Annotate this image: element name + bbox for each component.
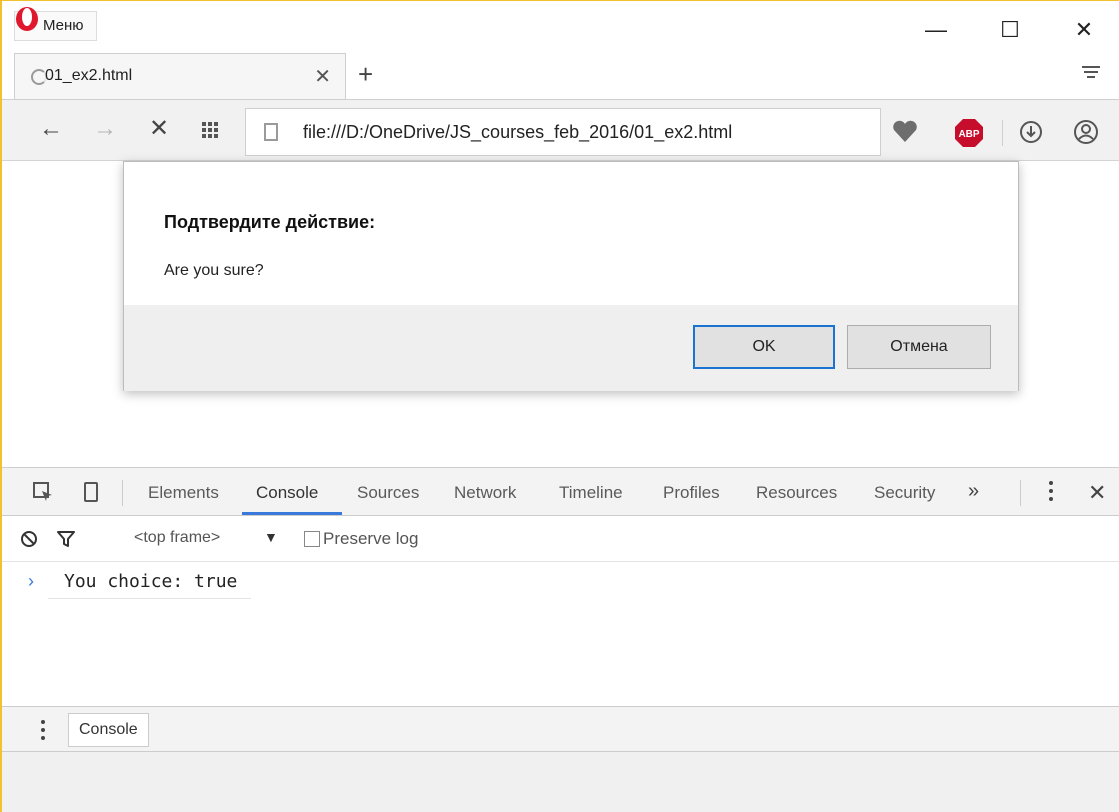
tab-profiles[interactable]: Profiles [663,483,720,503]
browser-tab[interactable]: 01_ex2.html ✕ [14,53,346,99]
close-icon: ✕ [1074,17,1094,42]
tab-elements[interactable]: Elements [148,483,219,503]
dialog-message: Are you sure? [164,262,264,279]
back-button[interactable]: ← [36,114,66,144]
url-text[interactable]: file:///D:/OneDrive/JS_courses_feb_2016/… [303,122,732,143]
adblock-label: ABP [958,129,979,140]
tab-network[interactable]: Network [454,483,516,503]
profile-icon[interactable] [1072,118,1100,146]
console-message: › You choice: true [2,563,1119,601]
tab-title: 01_ex2.html [45,67,133,84]
minimize-icon: — [925,17,947,42]
clear-console-icon[interactable] [20,530,38,548]
minimize-button[interactable]: — [916,15,956,45]
download-icon[interactable] [1018,119,1044,145]
maximize-button[interactable]: ☐ [990,15,1030,45]
title-bar: Меню — ☐ ✕ [2,1,1119,53]
tab-console[interactable]: Console [256,483,318,503]
kebab-menu-icon[interactable] [40,720,46,744]
confirm-dialog: Подтвердите действие: Are you sure? OK О… [123,161,1019,391]
menu-label: Меню [43,17,84,34]
maximize-icon: ☐ [1000,17,1020,42]
speed-dial-grid-icon[interactable] [202,122,218,138]
drawer-toolbar: Console [2,706,1119,752]
preserve-log-checkbox[interactable] [304,531,320,547]
frame-selector[interactable]: <top frame> [134,529,220,547]
page-icon [264,123,278,141]
ok-button[interactable]: OK [693,325,835,369]
drawer-body [2,752,1119,812]
tab-security[interactable]: Security [874,483,935,503]
dialog-title: Подтвердите действие: [164,212,376,232]
more-tabs-icon[interactable]: » [968,480,979,503]
tab-timeline[interactable]: Timeline [559,483,623,503]
toolbar-divider [1020,480,1021,506]
tab-sources[interactable]: Sources [357,483,419,503]
chevron-down-icon[interactable]: ▼ [264,529,278,545]
tab-close-button[interactable]: ✕ [314,64,331,89]
adblock-icon[interactable]: ABP [954,118,984,148]
toolbar-divider [1002,120,1003,146]
window-close-button[interactable]: ✕ [1064,15,1104,45]
kebab-menu-icon[interactable] [1048,481,1054,505]
address-bar[interactable]: file:///D:/OneDrive/JS_courses_feb_2016/… [245,108,881,156]
devtools-close-button[interactable]: ✕ [1088,480,1106,506]
console-output-text: You choice: true [48,563,252,599]
toolbar-divider [122,480,123,506]
navigation-bar: ← → ✕ file:///D:/OneDrive/JS_courses_feb… [2,99,1119,161]
dialog-footer: OK Отмена [124,305,1018,391]
opera-logo-icon [16,7,38,31]
tab-resources[interactable]: Resources [756,483,837,503]
drawer-tab-console[interactable]: Console [68,713,149,747]
devtools-panel: Elements Console Sources Network Timelin… [2,467,1119,812]
stop-button[interactable]: ✕ [144,114,174,144]
device-mode-icon[interactable] [80,481,102,503]
console-filter-bar: <top frame> ▼ Preserve log [2,516,1119,562]
active-tab-indicator [242,512,342,515]
preserve-log-label[interactable]: Preserve log [323,529,418,549]
browser-window: Меню — ☐ ✕ 01_ex2.html ✕ + ← → ✕ file://… [0,0,1119,812]
cancel-button[interactable]: Отмена [847,325,991,369]
heart-icon[interactable] [890,116,920,146]
tab-menu-icon[interactable] [1081,63,1101,83]
console-prompt-icon: › [28,571,34,591]
forward-button[interactable]: → [90,114,120,144]
devtools-toolbar: Elements Console Sources Network Timelin… [2,468,1119,516]
new-tab-button[interactable]: + [358,59,373,90]
inspect-element-icon[interactable] [32,481,54,503]
filter-icon[interactable] [56,530,76,548]
